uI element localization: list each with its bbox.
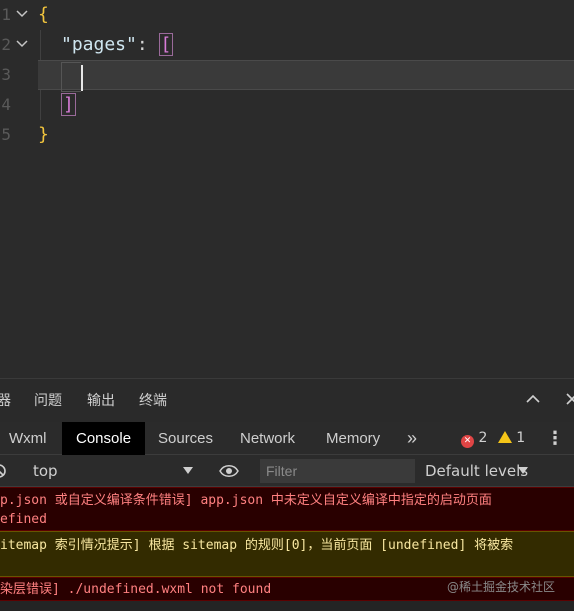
chevron-down-icon[interactable] xyxy=(183,467,193,474)
panel-tab-bar: 器 问题 输出 终端 xyxy=(0,378,574,422)
chevron-up-icon[interactable] xyxy=(526,391,540,410)
eye-icon[interactable] xyxy=(219,463,239,482)
code-colon: : xyxy=(136,34,159,55)
indent-marker xyxy=(61,62,81,92)
code-close-bracket: ] xyxy=(61,93,76,116)
more-tabs-icon[interactable]: » xyxy=(407,422,417,455)
editor-line-1: 1 { xyxy=(0,0,574,30)
code-pages-entry: "pages": [ xyxy=(61,30,174,60)
editor-line-4: 4 ] xyxy=(0,90,574,120)
message-line: p.json 或自定义编译条件错误] app.json 中未定义自定义编译中指定… xyxy=(0,493,492,508)
tab-sources[interactable]: Sources xyxy=(158,422,213,455)
tab-memory[interactable]: Memory xyxy=(326,422,380,455)
devtools-tab-bar: Wxml Console Sources Network Memory » ✕ … xyxy=(0,422,574,455)
line-number: 5 xyxy=(1,125,11,144)
tab-console[interactable]: Console xyxy=(62,422,146,455)
panel-tab-output[interactable]: 输出 xyxy=(87,379,115,423)
fold-chevron-icon[interactable] xyxy=(14,30,28,60)
code-close-bracket-wrap: ] xyxy=(61,90,76,120)
line-number: 1 xyxy=(1,5,11,24)
line-number: 4 xyxy=(1,95,11,114)
console-warning-message[interactable]: itemap 索引情况提示] 根据 sitemap 的规则[0]，当前页面 [u… xyxy=(0,531,574,577)
error-icon: ✕ xyxy=(461,435,474,448)
message-line: efined xyxy=(0,512,47,527)
code-key: "pages" xyxy=(61,34,137,55)
close-icon[interactable] xyxy=(566,391,574,410)
issue-counts[interactable]: ✕ 2 1 xyxy=(461,422,525,455)
editor-current-line xyxy=(38,60,574,90)
tab-network[interactable]: Network xyxy=(240,422,295,455)
panel-tab-terminal[interactable]: 终端 xyxy=(139,379,167,423)
error-count: 2 xyxy=(478,430,488,446)
context-selector[interactable]: top xyxy=(33,455,58,487)
panel-tab-problems[interactable]: 问题 xyxy=(34,379,62,423)
console-error-message[interactable]: p.json 或自定义编译条件错误] app.json 中未定义自定义编译中指定… xyxy=(0,487,574,531)
editor-line-5: 5 } xyxy=(0,120,574,150)
clear-console-icon[interactable] xyxy=(0,463,8,483)
warning-icon xyxy=(497,431,512,443)
panel-tab-debugger[interactable]: 器 xyxy=(0,379,11,423)
code-open-bracket: [ xyxy=(158,33,174,56)
log-levels-dropdown[interactable]: Default levels xyxy=(425,455,528,487)
line-number: 2 xyxy=(1,35,11,54)
warning-count: 1 xyxy=(516,430,526,446)
editor-line-2: 2 "pages": [ xyxy=(0,30,574,60)
watermark: @稀土掘金技术社区 xyxy=(447,580,556,594)
text-cursor xyxy=(81,65,83,91)
code-close-brace: } xyxy=(38,124,49,145)
bottom-panel: 器 问题 输出 终端 Wxml Console Sources Network … xyxy=(0,378,574,611)
line-number: 3 xyxy=(1,65,11,84)
kebab-menu-icon[interactable]: ⋮ xyxy=(546,422,564,455)
fold-chevron-icon[interactable] xyxy=(14,0,28,30)
chevron-down-icon[interactable] xyxy=(518,467,528,474)
filter-input[interactable] xyxy=(260,459,415,483)
tab-wxml[interactable]: Wxml xyxy=(9,422,47,455)
code-editor[interactable]: 1 { 2 "pages": [ 3 4 ] 5 } xyxy=(0,0,574,378)
message-line: itemap 索引情况提示] 根据 sitemap 的规则[0]，当前页面 [u… xyxy=(0,538,514,553)
console-toolbar: top Default levels xyxy=(0,455,574,487)
code-open-brace: { xyxy=(38,4,49,25)
